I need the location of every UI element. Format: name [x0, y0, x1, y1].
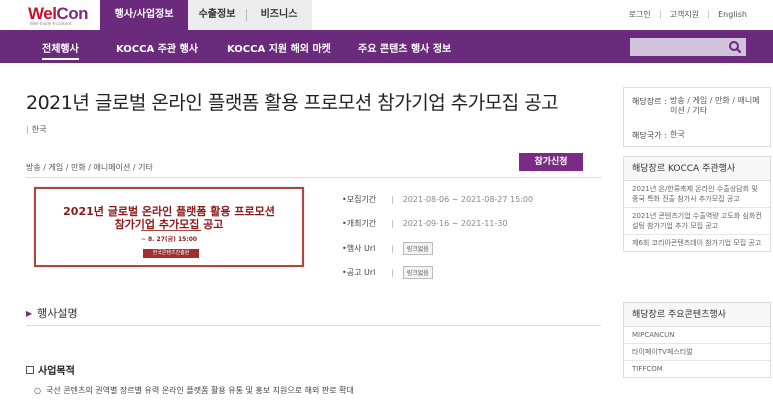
sidebar-country-value: 한국: [670, 130, 685, 139]
nav-kocca-events[interactable]: KOCCA 주관 행사: [116, 40, 198, 55]
sidebar-major-title: 해당장르 주요콘텐츠행사: [624, 303, 770, 327]
sidebar-kocca-item[interactable]: 2021년 콘텐츠기업 수출역량 고도화 심화컨설팅 참가기업 추가 모집 공고: [624, 208, 770, 235]
utility-links: 로그인 고객지원 English: [620, 9, 747, 20]
sidebar-kocca-events: 해당장르 KOCCA 주관행사 2021년 온/한류축제 온라인 수출상담회 및…: [623, 156, 771, 252]
event-banner: 2021년 글로벌 온라인 플랫폼 활용 프로모션 참가기업 추가모집 공고 ~…: [34, 187, 304, 267]
sidebar-major-item[interactable]: TIFFCOM: [624, 361, 770, 377]
tab-business[interactable]: 비즈니스: [246, 0, 312, 30]
login-link[interactable]: 로그인: [620, 9, 660, 20]
search-icon: [729, 41, 742, 54]
event-period-row: •개최기간 | 2021-09-16 ~ 2021-11-30: [342, 219, 508, 228]
nav-major-content-events[interactable]: 주요 콘텐츠 행사 정보: [358, 40, 451, 55]
circle-bullet-icon: ○: [34, 386, 41, 395]
sidebar-meta: 해당장르 : 방송 / 게임 / 만화 / 애니메이션 / 기타 해당국가 : …: [623, 87, 771, 147]
logo-tagline: Well-made K-content: [30, 21, 72, 26]
event-url-row: •행사 Url | 링크없음: [342, 242, 433, 255]
page-title: 2021년 글로벌 온라인 플랫폼 활용 프로모션 참가기업 추가모집 공고: [26, 92, 559, 114]
triangle-right-icon: ▶: [26, 308, 33, 318]
divider: [26, 177, 601, 178]
banner-rule: [141, 230, 201, 231]
search-button[interactable]: [724, 38, 746, 56]
notice-url-chip[interactable]: 링크없음: [402, 266, 433, 279]
sidebar-kocca-item[interactable]: 제6회 코리아콘텐츠데이 참가기업 모집 공고: [624, 235, 770, 251]
recruit-period-value: 2021-08-06 ~ 2021-08-27 15:00: [402, 195, 534, 204]
recruit-period-row: •모집기간 | 2021-08-06 ~ 2021-08-27 15:00: [342, 195, 534, 204]
sidebar-genre-value: 방송 / 게임 / 만화 / 애니메이션 / 기타: [670, 96, 760, 115]
sidebar-country-label: 해당국가 :: [632, 131, 667, 140]
welcon-logo[interactable]: WelCon Well-made K-content: [28, 4, 90, 28]
notice-url-row: •공고 Url | 링크없음: [342, 266, 433, 279]
nav-all-events[interactable]: 전체행사: [42, 40, 79, 60]
checkbox-square-icon: [26, 365, 34, 374]
support-link[interactable]: 고객지원: [661, 9, 708, 20]
tab-divider: [246, 9, 247, 21]
sidebar-genre-label: 해당장르 :: [632, 97, 667, 106]
event-country: | 한국: [26, 125, 47, 134]
tab-export-info[interactable]: 수출정보: [188, 0, 246, 30]
english-link[interactable]: English: [709, 10, 747, 19]
banner-org-label: 한국콘텐츠진흥원: [143, 249, 199, 258]
purpose-heading: 사업목적: [26, 362, 75, 377]
section-event-description: ▶ 행사설명: [26, 307, 78, 320]
nav-kocca-overseas-market[interactable]: KOCCA 지원 해외 마켓: [227, 40, 331, 55]
event-genre: 방송 / 게임 / 만화 / 애니메이션 / 기타: [26, 163, 153, 172]
event-period-value: 2021-09-16 ~ 2021-11-30: [402, 219, 508, 228]
sidebar-major-item[interactable]: MIPCANCUN: [624, 327, 770, 344]
top-bar: WelCon Well-made K-content 행사/사업정보 수출정보 …: [0, 0, 773, 30]
sidebar-kocca-title: 해당장르 KOCCA 주관행사: [624, 157, 770, 181]
purpose-bullet: ○ 국산 콘텐츠의 권역별 장르별 유력 온라인 플랫폼 활용 유통 및 홍보 지…: [34, 386, 354, 395]
tab-event-info[interactable]: 행사/사업정보: [100, 0, 188, 30]
sidebar-major-events: 해당장르 주요콘텐츠행사 MIPCANCUN 타이페이TV페스티벌 TIFFCO…: [623, 302, 771, 378]
banner-date: ~ 8. 27(금) 15:00: [140, 236, 198, 243]
divider: [26, 325, 601, 326]
apply-button[interactable]: 참가신청: [519, 153, 583, 171]
sidebar-major-item[interactable]: 타이페이TV페스티벌: [624, 344, 770, 361]
sidebar-kocca-item[interactable]: 2021년 온/한류축제 온라인 수출상담회 및 중국 특화 진출 참가사 추가…: [624, 181, 770, 208]
event-url-chip[interactable]: 링크없음: [402, 242, 433, 255]
